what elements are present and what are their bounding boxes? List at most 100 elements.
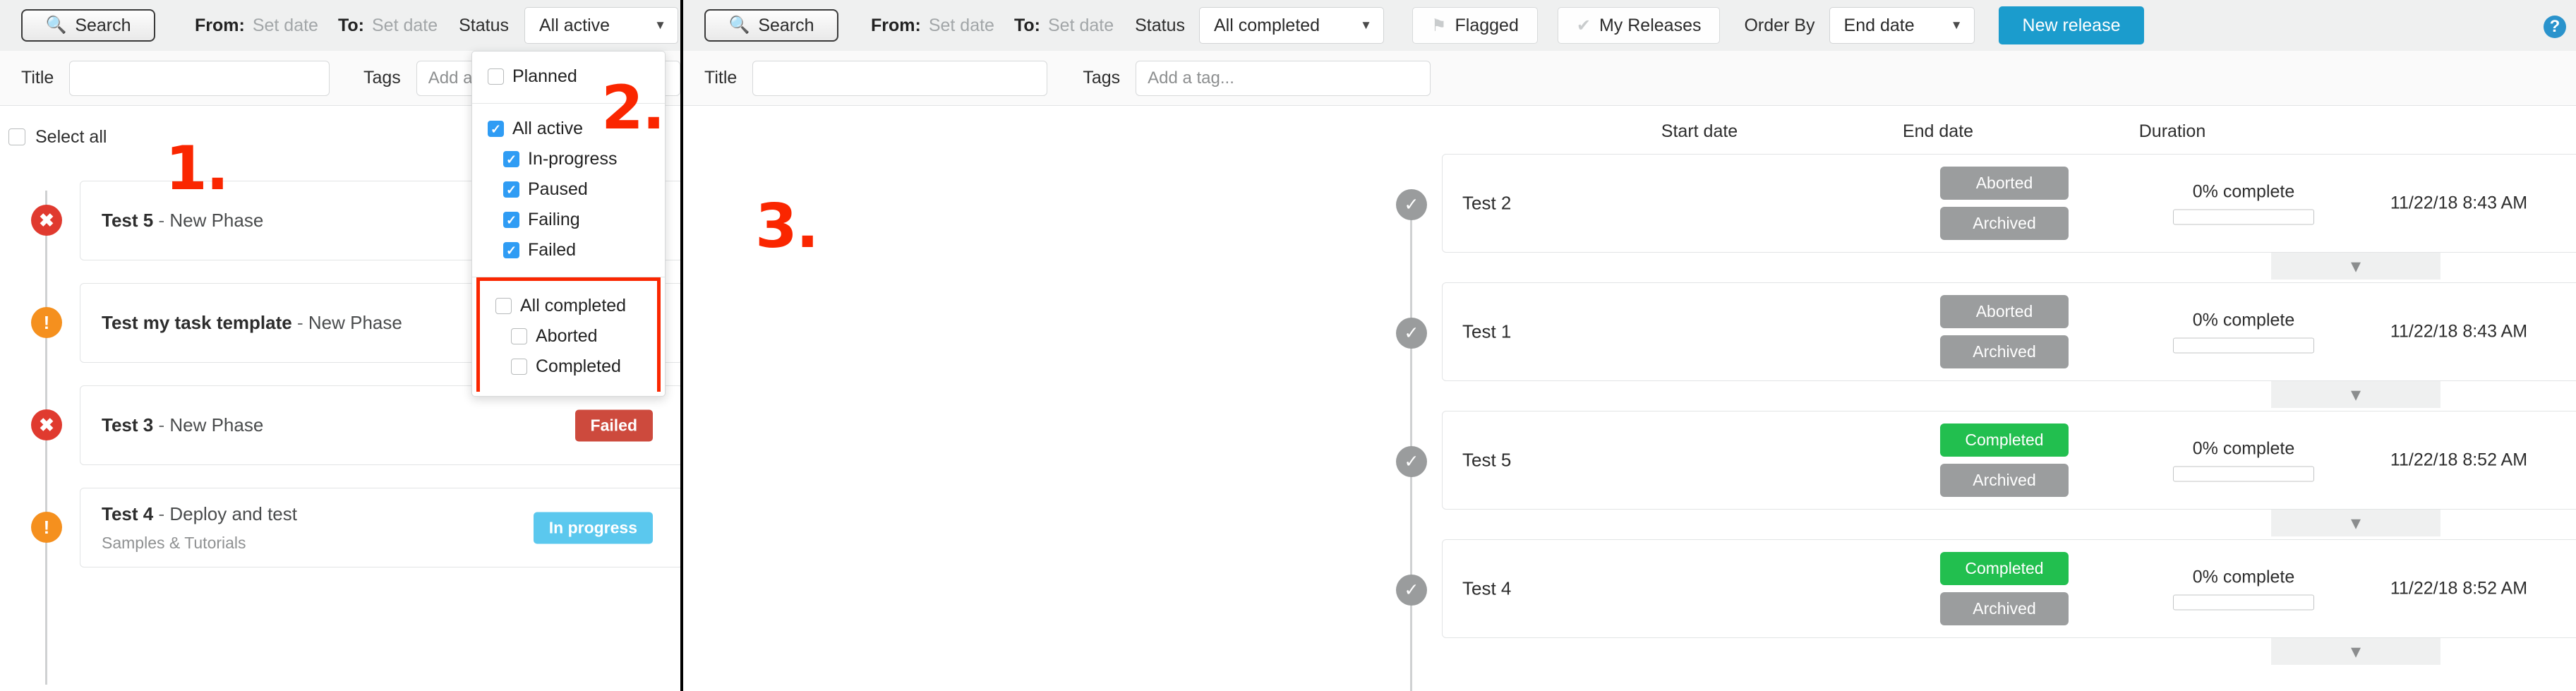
- right-tags-input[interactable]: [1136, 60, 1431, 96]
- dropdown-item-label: All completed: [520, 296, 627, 316]
- release-badges: Aborted Archived: [1940, 295, 2069, 368]
- right-release-card[interactable]: Test 2 Aborted Archived 0% complete 11/2…: [1442, 154, 2576, 253]
- order-by-value: End date: [1843, 15, 1915, 35]
- dropdown-item-label: In-progress: [528, 149, 618, 169]
- row-expander-toggle[interactable]: ▾: [2271, 381, 2440, 408]
- left-from-field[interactable]: From: Set date: [195, 16, 318, 36]
- dropdown-item-completed[interactable]: Completed: [480, 351, 657, 382]
- right-status-select[interactable]: All completed ▼: [1199, 7, 1384, 44]
- status-badge: Aborted: [1940, 295, 2069, 328]
- magnifier-icon: 🔍: [45, 16, 67, 35]
- table-column-headers: Start date End date Duration: [683, 106, 2576, 150]
- right-search-button[interactable]: 🔍 Search: [704, 9, 838, 42]
- right-release-card[interactable]: Test 4 Completed Archived 0% complete 11…: [1442, 539, 2576, 638]
- right-from-value[interactable]: Set date: [929, 16, 994, 36]
- dropdown-item-in-progress[interactable]: In-progress: [472, 144, 665, 174]
- error-circle-icon: ✖: [31, 205, 62, 236]
- dropdown-item-failing[interactable]: Failing: [472, 205, 665, 235]
- right-panel-body: Start date End date Duration ✓ Test 2 Ab…: [683, 106, 2576, 691]
- row-expander-toggle[interactable]: ▾: [2271, 253, 2440, 280]
- flagged-filter-button[interactable]: ⚑ Flagged: [1412, 7, 1538, 44]
- dropdown-item-label: All active: [512, 119, 584, 138]
- right-from-field[interactable]: From: Set date: [871, 16, 994, 36]
- release-title: Test 5: [1462, 449, 1512, 471]
- left-title-input[interactable]: [69, 60, 330, 96]
- release-title: Test 1: [1462, 320, 1512, 342]
- dropdown-item-label: Completed: [536, 356, 621, 376]
- start-date-value: 11/22/18 8:52 AM: [2390, 450, 2528, 470]
- archived-badge: Archived: [1940, 335, 2069, 368]
- release-title: Test 2: [1462, 192, 1512, 214]
- checkbox-failed[interactable]: [503, 242, 519, 258]
- annotation-1: 1.: [165, 133, 229, 204]
- order-by-select[interactable]: End date ▼: [1829, 7, 1975, 44]
- table-row[interactable]: ✓ Test 2 Aborted Archived 0% complete 11…: [683, 150, 2576, 280]
- start-date-value: 11/22/18 8:52 AM: [2390, 578, 2528, 599]
- progress-bar: [2173, 594, 2314, 611]
- left-release-card[interactable]: Test 3 - New Phase Failed: [80, 385, 680, 465]
- right-release-card[interactable]: Test 5 Completed Archived 0% complete 11…: [1442, 411, 2576, 510]
- caret-down-icon: ▼: [1360, 18, 1372, 32]
- status-badge: Completed: [1940, 423, 2069, 457]
- left-release-name: Test 5: [102, 210, 154, 231]
- table-row[interactable]: ✓ Test 1 Aborted Archived 0% complete 11…: [683, 278, 2576, 408]
- right-release-panel: 🔍 Search From: Set date To: Set date Sta…: [683, 0, 2576, 691]
- help-icon[interactable]: ?: [2544, 16, 2566, 38]
- right-release-card[interactable]: Test 1 Aborted Archived 0% complete 11/2…: [1442, 282, 2576, 381]
- row-expander-toggle[interactable]: ▾: [2271, 638, 2440, 665]
- release-badges: Completed Archived: [1940, 552, 2069, 625]
- checkbox-completed[interactable]: [511, 359, 527, 375]
- check-circle-icon: ✓: [1396, 575, 1427, 606]
- column-header-start-date: Start date: [1661, 121, 1738, 141]
- progress-label: 0% complete: [2192, 310, 2295, 330]
- right-subbar: Title Tags: [683, 51, 2576, 106]
- right-title-input[interactable]: [752, 60, 1048, 96]
- magnifier-icon: 🔍: [728, 16, 750, 35]
- status-badge: Completed: [1940, 552, 2069, 585]
- warning-circle-icon: !: [31, 307, 62, 338]
- dropdown-item-paused[interactable]: Paused: [472, 174, 665, 205]
- left-from-value[interactable]: Set date: [253, 16, 318, 36]
- table-row[interactable]: ✓ Test 4 Completed Archived 0% complete …: [683, 535, 2576, 665]
- caret-down-icon: ▼: [1950, 18, 1963, 32]
- right-title-label: Title: [704, 68, 738, 88]
- right-to-value[interactable]: Set date: [1048, 16, 1114, 36]
- select-all-checkbox[interactable]: [8, 128, 25, 145]
- left-status-select[interactable]: All active ▼: [524, 7, 678, 44]
- left-to-label: To:: [337, 15, 364, 35]
- dropdown-item-all-completed[interactable]: All completed: [480, 291, 657, 321]
- archived-badge: Archived: [1940, 464, 2069, 497]
- checkbox-aborted[interactable]: [511, 328, 527, 344]
- list-item[interactable]: ! Test 4 - Deploy and test Samples & Tut…: [0, 481, 680, 583]
- status-badge: In progress: [533, 512, 653, 543]
- annotation-3: 3.: [755, 191, 819, 262]
- annotation-2: 2.: [601, 73, 666, 143]
- checkbox-paused[interactable]: [503, 181, 519, 198]
- column-header-end-date: End date: [1902, 121, 1974, 141]
- checkbox-failing[interactable]: [503, 212, 519, 228]
- left-to-field[interactable]: To: Set date: [338, 16, 438, 36]
- check-circle-icon: ✓: [1396, 189, 1427, 220]
- left-to-value[interactable]: Set date: [372, 16, 438, 36]
- progress-bar: [2173, 466, 2314, 482]
- new-release-button[interactable]: New release: [1998, 6, 2145, 44]
- left-release-card[interactable]: Test 4 - Deploy and test Samples & Tutor…: [80, 488, 680, 567]
- left-search-button[interactable]: 🔍 Search: [21, 9, 155, 42]
- status-badge: Failed: [574, 409, 653, 441]
- dropdown-item-label: Planned: [512, 66, 577, 86]
- progress-label: 0% complete: [2192, 567, 2295, 587]
- left-tags-label: Tags: [363, 68, 401, 88]
- checkbox-all-completed[interactable]: [495, 298, 512, 314]
- row-expander-toggle[interactable]: ▾: [2271, 510, 2440, 536]
- flagged-label: Flagged: [1455, 15, 1519, 35]
- checkbox-in-progress[interactable]: [503, 151, 519, 167]
- error-circle-icon: ✖: [31, 409, 62, 440]
- dropdown-item-failed[interactable]: Failed: [472, 235, 665, 265]
- checkbox-planned[interactable]: [488, 68, 504, 85]
- left-release-panel: 🔍 Search From: Set date To: Set date Sta…: [0, 0, 683, 691]
- right-to-field[interactable]: To: Set date: [1014, 16, 1114, 36]
- dropdown-item-aborted[interactable]: Aborted: [480, 321, 657, 351]
- checkbox-all-active[interactable]: [488, 121, 504, 137]
- table-row[interactable]: ✓ Test 5 Completed Archived 0% complete …: [683, 407, 2576, 536]
- my-releases-filter-button[interactable]: ✔ My Releases: [1557, 7, 1721, 44]
